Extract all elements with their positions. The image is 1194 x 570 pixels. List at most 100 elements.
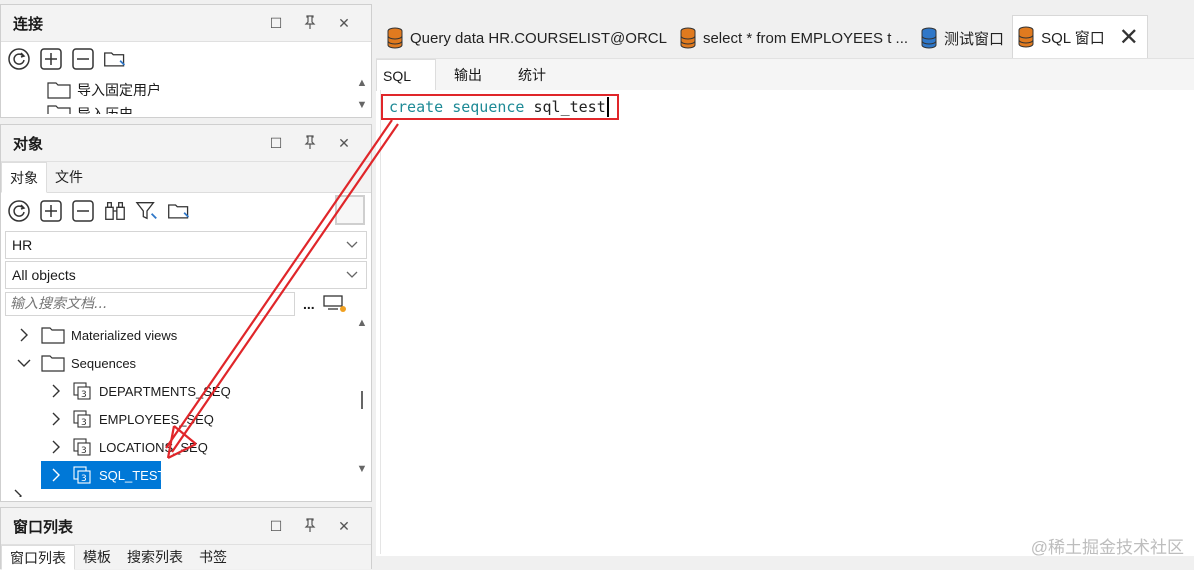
remove-icon[interactable] bbox=[71, 199, 95, 223]
search-input[interactable] bbox=[5, 292, 295, 316]
close-icon[interactable]: ✕ bbox=[327, 15, 361, 32]
pin-icon[interactable] bbox=[293, 14, 327, 32]
search-options-icon[interactable] bbox=[323, 293, 347, 316]
sequence-icon: 3 bbox=[73, 466, 91, 484]
tree-item-departments-seq[interactable]: 3 DEPARTMENTS_SEQ bbox=[1, 377, 371, 405]
scroll-up-icon[interactable]: ▲ bbox=[355, 317, 369, 329]
svg-text:3: 3 bbox=[81, 390, 87, 400]
svg-text:3: 3 bbox=[81, 418, 87, 428]
scroll-up-icon[interactable]: ▲ bbox=[355, 77, 369, 89]
list-item-label: 导入固定用户 bbox=[77, 82, 161, 98]
object-tree: Materialized views Sequences 3 DEPARTMEN… bbox=[1, 317, 371, 497]
chevron-right-icon[interactable] bbox=[13, 328, 35, 342]
chevron-right-icon[interactable] bbox=[45, 384, 67, 398]
chevron-down-icon bbox=[346, 267, 358, 283]
tab-sql-window[interactable]: SQL 窗口 ✕ bbox=[1012, 15, 1148, 58]
tab-label: Query data HR.COURSELIST@ORCL bbox=[410, 29, 667, 47]
refresh-icon[interactable] bbox=[7, 199, 31, 223]
folder-settings-icon[interactable] bbox=[103, 47, 127, 71]
folder-icon bbox=[47, 82, 71, 99]
search-row: ... bbox=[5, 291, 367, 317]
scroll-down-icon[interactable]: ▼ bbox=[355, 463, 369, 475]
tab-search-list[interactable]: 搜索列表 bbox=[119, 545, 191, 569]
chevron-right-icon[interactable] bbox=[45, 440, 67, 454]
tree-item-materialized-views[interactable]: Materialized views bbox=[1, 321, 371, 349]
code-identifier: sql_test bbox=[533, 98, 606, 116]
close-icon[interactable]: ✕ bbox=[327, 518, 361, 535]
list-item-label: 导入历史 bbox=[77, 106, 133, 114]
remove-icon[interactable] bbox=[71, 47, 95, 71]
view-toggle-button[interactable] bbox=[335, 195, 365, 225]
sql-editor[interactable]: create sequence sql_test bbox=[380, 90, 1194, 554]
tab-files[interactable]: 文件 bbox=[47, 162, 91, 192]
text-caret bbox=[606, 97, 609, 117]
tab-objects[interactable]: 对象 bbox=[1, 162, 47, 193]
tab-statistics[interactable]: 统计 bbox=[500, 59, 564, 91]
connections-toolbar bbox=[1, 42, 371, 76]
database-icon bbox=[387, 27, 403, 49]
schema-select-value: HR bbox=[12, 237, 33, 253]
objects-panel-header: 对象 ☐ ✕ bbox=[1, 125, 371, 162]
close-icon[interactable]: ✕ bbox=[327, 135, 361, 152]
chevron-right-icon[interactable] bbox=[45, 468, 67, 482]
tree-item-label: Sequences bbox=[71, 355, 137, 371]
tab-templates[interactable]: 模板 bbox=[75, 545, 119, 569]
editor-tabs: SQL 输出 统计 bbox=[376, 59, 1194, 91]
tab-sql[interactable]: SQL bbox=[376, 59, 437, 91]
filter-icon[interactable] bbox=[135, 199, 159, 223]
maximize-icon[interactable]: ☐ bbox=[259, 135, 293, 152]
tab-label: select * from EMPLOYEES t ... bbox=[702, 29, 909, 47]
watermark: @稀土掘金技术社区 bbox=[1030, 538, 1184, 557]
refresh-icon[interactable] bbox=[7, 47, 31, 71]
pin-icon[interactable] bbox=[293, 517, 327, 535]
objects-panel: 对象 ☐ ✕ 对象 文件 HR All objects 输入搜索文档... ..… bbox=[0, 124, 372, 502]
chevron-right-icon[interactable] bbox=[45, 412, 67, 426]
tab-bookmarks[interactable]: 书签 bbox=[191, 545, 235, 569]
tab-select-employees[interactable]: select * from EMPLOYEES t ... bbox=[675, 18, 916, 58]
tab-window-list[interactable]: 窗口列表 bbox=[1, 545, 75, 570]
add-icon[interactable] bbox=[39, 199, 63, 223]
add-icon[interactable] bbox=[39, 47, 63, 71]
schema-select[interactable]: HR bbox=[5, 231, 367, 259]
status-bar bbox=[376, 556, 1194, 566]
connections-panel-title: 连接 bbox=[13, 15, 44, 33]
scrollbar-thumb[interactable] bbox=[361, 391, 363, 409]
tree-item-locations-seq[interactable]: 3 LOCATIONS_SEQ bbox=[1, 433, 371, 461]
tree-item-employees-seq[interactable]: 3 EMPLOYEES_SEQ bbox=[1, 405, 371, 433]
folder-icon bbox=[41, 327, 65, 344]
list-item[interactable]: 导入固定用户 bbox=[1, 76, 371, 104]
folder-open-icon bbox=[41, 355, 65, 372]
tab-output[interactable]: 输出 bbox=[436, 59, 500, 91]
chevron-down-icon[interactable] bbox=[13, 358, 35, 368]
tab-query-data[interactable]: Query data HR.COURSELIST@ORCL bbox=[382, 18, 675, 58]
connections-panel-header: 连接 ☐ ✕ bbox=[1, 5, 371, 42]
search-more-button[interactable]: ... bbox=[303, 296, 315, 312]
pin-icon[interactable] bbox=[293, 134, 327, 152]
tree-item-label: DEPARTMENTS_SEQ bbox=[99, 383, 231, 399]
tree-item-sql-test[interactable]: 3 SQL_TEST bbox=[1, 461, 371, 489]
code-line-highlight: create sequence sql_test bbox=[381, 94, 619, 120]
folder-icon bbox=[47, 105, 71, 114]
tree-item-label: Materialized views bbox=[71, 327, 178, 343]
svg-text:3: 3 bbox=[81, 474, 87, 484]
maximize-icon[interactable]: ☐ bbox=[259, 15, 293, 32]
connections-panel: 连接 ☐ ✕ 导入固定用户 导入历史 ▲ ▼ bbox=[0, 4, 372, 118]
window-list-panel-title: 窗口列表 bbox=[13, 518, 74, 536]
editor-window: Query data HR.COURSELIST@ORCL select * f… bbox=[376, 0, 1194, 566]
close-tab-icon[interactable]: ✕ bbox=[1119, 23, 1139, 52]
sequence-icon: 3 bbox=[73, 438, 91, 456]
maximize-icon[interactable]: ☐ bbox=[259, 518, 293, 535]
tree-item-sequences[interactable]: Sequences bbox=[1, 349, 371, 377]
tree-item-partial bbox=[1, 489, 371, 497]
svg-text:3: 3 bbox=[81, 446, 87, 456]
list-item[interactable]: 导入历史 bbox=[1, 104, 371, 114]
database-icon bbox=[680, 27, 696, 49]
object-type-select[interactable]: All objects bbox=[5, 261, 367, 289]
tab-test-window[interactable]: 测试窗口 bbox=[916, 18, 1012, 58]
sequence-icon: 3 bbox=[73, 410, 91, 428]
objects-tabs: 对象 文件 bbox=[1, 162, 371, 193]
scroll-down-icon[interactable]: ▼ bbox=[355, 99, 369, 111]
folder-settings-icon[interactable] bbox=[167, 199, 191, 223]
tree-item-label: SQL_TEST bbox=[99, 467, 166, 483]
binoculars-icon[interactable] bbox=[103, 199, 127, 223]
